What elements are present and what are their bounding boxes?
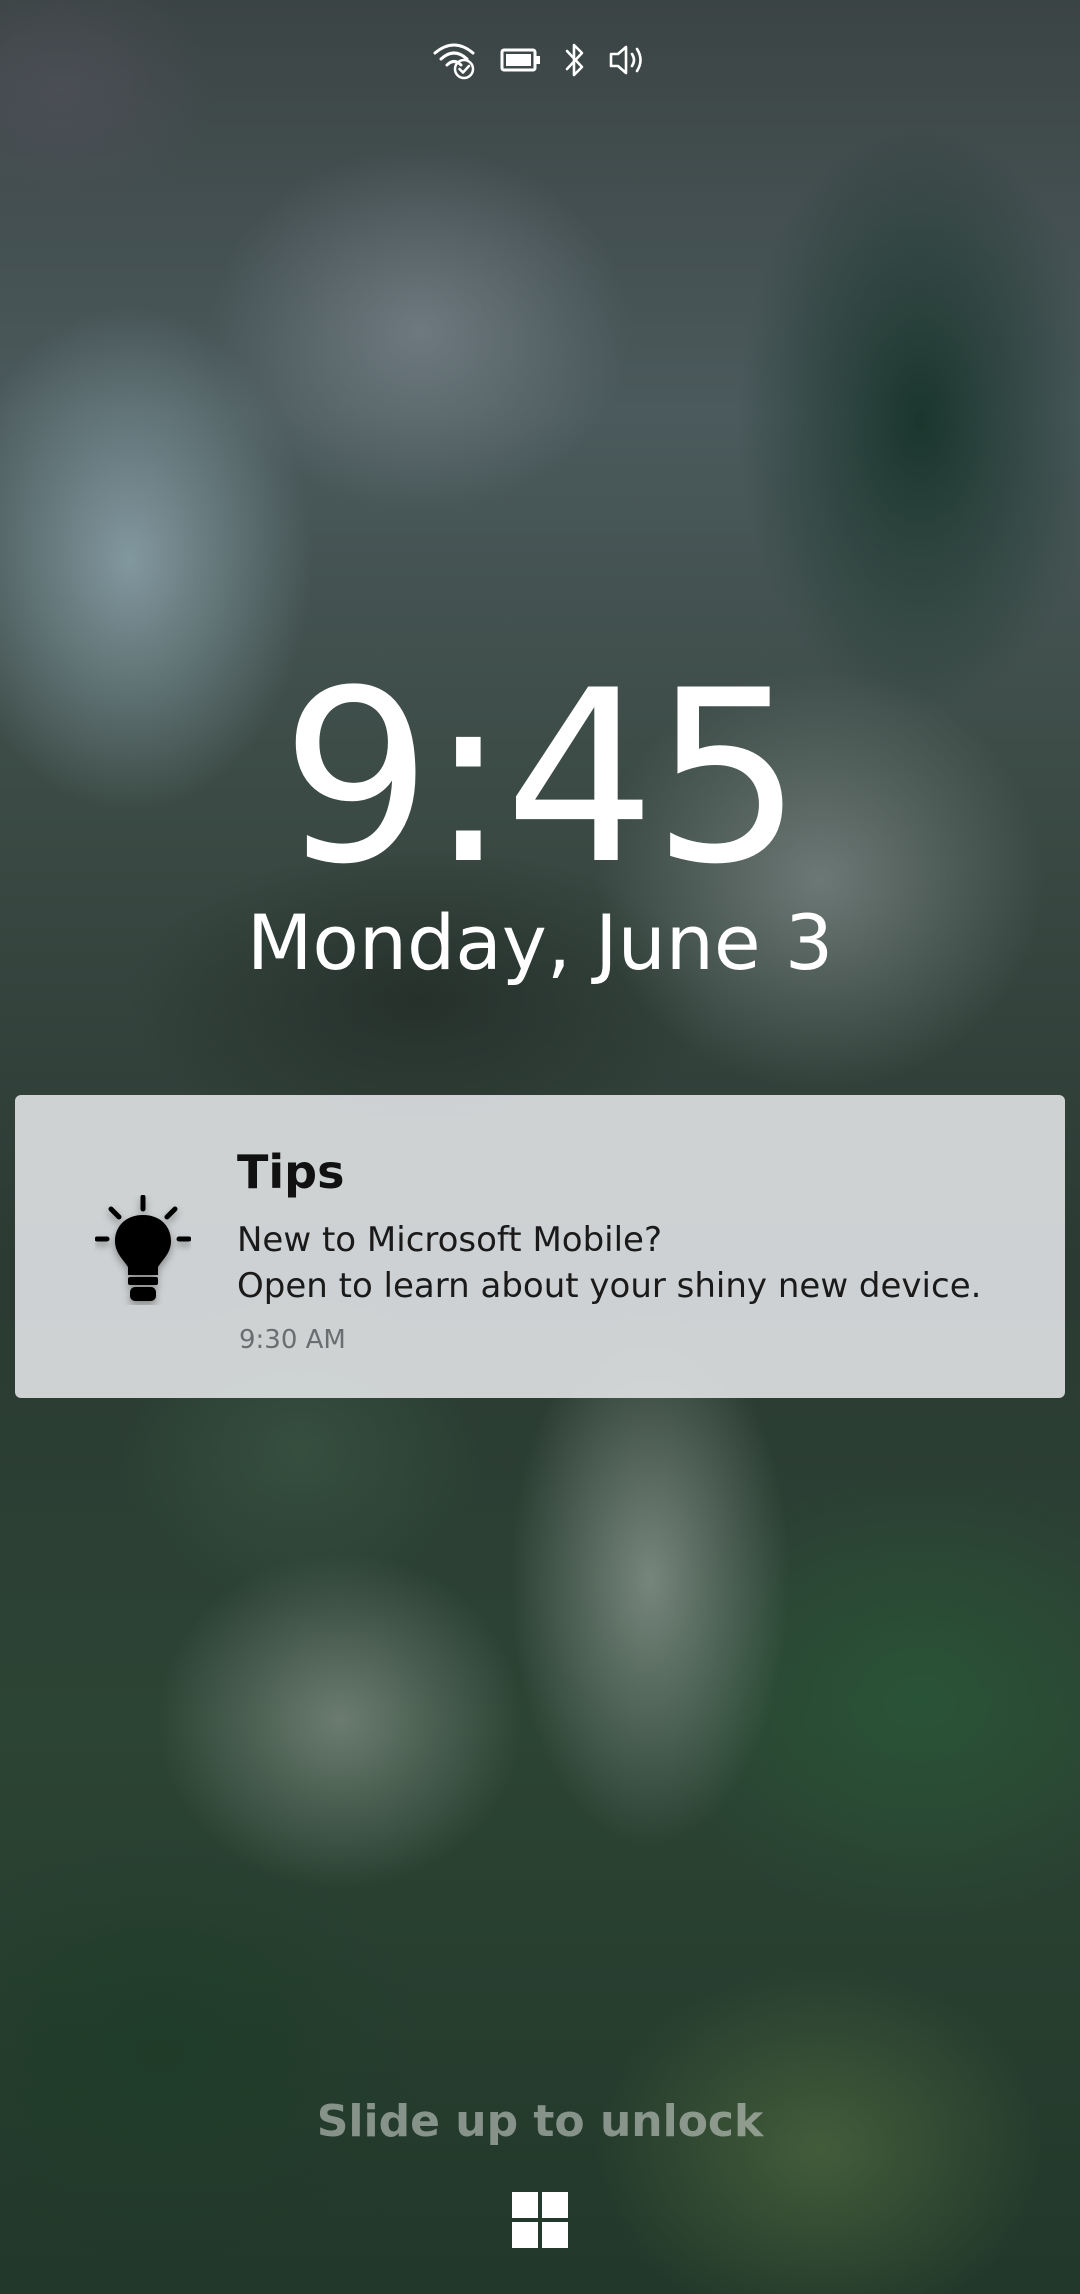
status-bar xyxy=(0,36,1080,84)
windows-logo-icon[interactable] xyxy=(512,2192,568,2248)
notification-time: 9:30 AM xyxy=(239,1325,346,1355)
battery-icon xyxy=(500,47,542,73)
bluetooth-icon xyxy=(564,41,586,79)
volume-icon xyxy=(608,42,648,78)
notification-message-line-2: Open to learn about your shiny new devic… xyxy=(237,1266,982,1306)
lightbulb-icon xyxy=(95,1195,191,1301)
lock-screen-time: 9:45 xyxy=(280,640,803,917)
notification-title: Tips xyxy=(237,1145,345,1199)
slide-to-unlock-hint: Slide up to unlock xyxy=(316,2096,764,2147)
notification-message-line-1: New to Microsoft Mobile? xyxy=(237,1220,663,1260)
wifi-connected-icon xyxy=(432,39,478,81)
tips-notification[interactable]: Tips New to Microsoft Mobile? Open to le… xyxy=(15,1095,1065,1398)
lock-screen-date: Monday, June 3 xyxy=(246,898,834,987)
lock-screen[interactable]: 9:45 Monday, June 3 Tips New to Microsof… xyxy=(0,0,1080,2294)
